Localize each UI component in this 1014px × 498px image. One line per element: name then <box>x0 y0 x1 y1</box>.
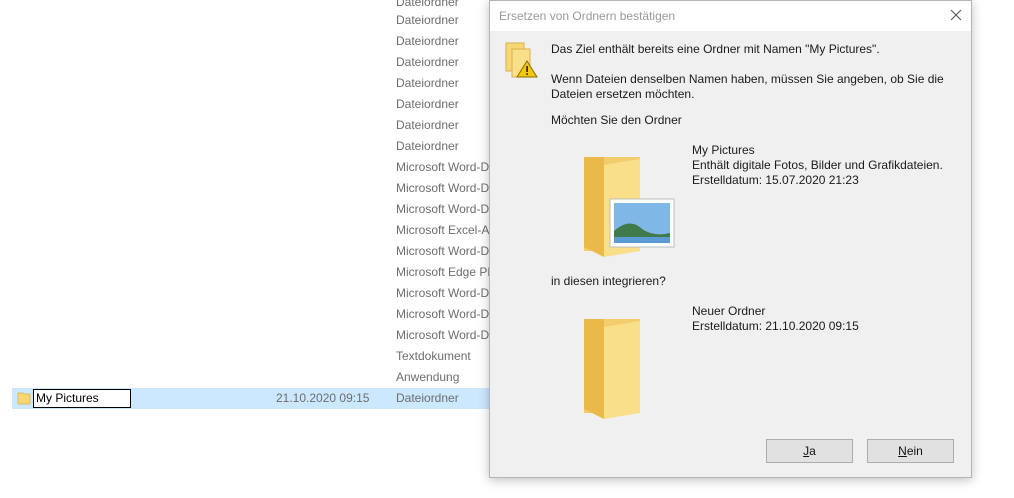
file-type: Anwendung <box>396 370 460 384</box>
file-type: Microsoft Word-D <box>396 181 490 195</box>
no-label-rest: ein <box>906 444 923 458</box>
dialog-title: Ersetzen von Ordnern bestätigen <box>499 9 676 23</box>
file-type: Microsoft Word-D <box>396 307 490 321</box>
no-button[interactable]: Nein <box>867 439 954 463</box>
no-accelerator: N <box>898 444 907 458</box>
list-item[interactable]: Microsoft Word-D <box>12 199 490 220</box>
file-type: Microsoft Word-D <box>396 160 490 174</box>
close-button[interactable] <box>941 1 971 31</box>
file-type: Microsoft Edge PD <box>396 265 497 279</box>
list-item[interactable]: Dateiordner <box>12 136 490 157</box>
folder-warning-icon <box>504 41 540 84</box>
list-item[interactable]: Microsoft Word-D <box>12 157 490 178</box>
file-type: Dateiordner <box>396 76 459 90</box>
file-type: Dateiordner <box>396 13 459 27</box>
file-type: Dateiordner <box>396 391 459 405</box>
file-type: Dateiordner <box>396 118 459 132</box>
pictures-folder-icon <box>580 151 676 262</box>
source-folder-created: Erstelldatum: 15.07.2020 21:23 <box>692 173 859 187</box>
folder-icon <box>17 391 31 405</box>
target-folder-created: Erstelldatum: 21.10.2020 09:15 <box>692 319 859 333</box>
list-item[interactable]: Microsoft Word-D <box>12 241 490 262</box>
file-type: Dateiordner <box>396 55 459 69</box>
replace-message-line1: Wenn Dateien denselben Namen haben, müss… <box>551 72 944 86</box>
rename-input[interactable]: My Pictures <box>33 389 131 408</box>
replace-message-line2: Dateien ersetzen möchten. <box>551 87 695 101</box>
list-item[interactable]: Microsoft Word-D <box>12 178 490 199</box>
target-folder-name: Neuer Ordner <box>692 304 766 318</box>
list-item[interactable]: Microsoft Word-D <box>12 325 490 346</box>
list-item[interactable]: Dateiordner <box>12 115 490 136</box>
file-type: Microsoft Excel-A <box>396 223 490 237</box>
question-text: Möchten Sie den Ordner <box>551 113 682 127</box>
yes-button[interactable]: Ja <box>766 439 853 463</box>
selected-list-item[interactable]: My Pictures 21.10.2020 09:15 Dateiordner <box>12 388 490 409</box>
file-type: Microsoft Word-D <box>396 244 490 258</box>
close-icon <box>950 9 962 21</box>
list-item[interactable]: Dateiordner <box>12 94 490 115</box>
list-item[interactable]: Dateiordner <box>12 31 490 52</box>
folder-icon <box>580 313 650 424</box>
modified-date: 21.10.2020 09:15 <box>276 391 370 405</box>
file-type: Textdokument <box>396 349 471 363</box>
confirm-folder-replace-dialog: Ersetzen von Ordnern bestätigen Das Ziel… <box>489 0 972 478</box>
list-item[interactable]: Anwendung <box>12 367 490 388</box>
exists-message: Das Ziel enthält bereits eine Ordner mit… <box>551 42 880 56</box>
list-item[interactable]: Textdokument <box>12 346 490 367</box>
yes-label-rest: a <box>809 444 816 458</box>
list-item[interactable]: Microsoft Excel-A <box>12 220 490 241</box>
file-type: Dateiordner <box>396 34 459 48</box>
dialog-titlebar: Ersetzen von Ordnern bestätigen <box>490 1 971 31</box>
file-type: Microsoft Word-D <box>396 202 490 216</box>
source-folder-name: My Pictures <box>692 143 755 157</box>
file-type: Microsoft Word-D <box>396 286 490 300</box>
list-item[interactable]: Dateiordner <box>12 10 490 31</box>
source-folder-description: Enthält digitale Fotos, Bilder und Grafi… <box>692 158 943 172</box>
list-item[interactable]: Microsoft Word-D <box>12 283 490 304</box>
file-type: Microsoft Word-D <box>396 328 490 342</box>
list-item[interactable]: Dateiordner <box>12 52 490 73</box>
merge-text: in diesen integrieren? <box>551 274 666 288</box>
file-type: Dateiordner <box>396 97 459 111</box>
file-type: Dateiordner <box>396 139 459 153</box>
list-item[interactable]: Microsoft Edge PD <box>12 262 496 283</box>
file-type: Dateiordner <box>396 0 459 9</box>
list-item[interactable]: Dateiordner <box>12 73 490 94</box>
list-item[interactable]: Microsoft Word-D <box>12 304 490 325</box>
